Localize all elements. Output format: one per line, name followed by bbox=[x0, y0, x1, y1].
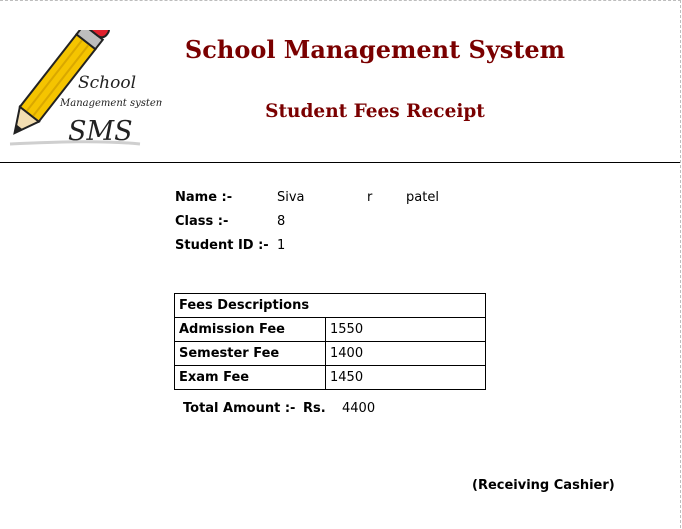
table-row: Semester Fee 1400 bbox=[174, 341, 486, 366]
fee-amount: 1450 bbox=[325, 365, 486, 390]
total-currency: Rs. bbox=[303, 401, 326, 416]
logo-line-management: Management system bbox=[59, 98, 162, 109]
total-amount-value: 4400 bbox=[342, 401, 376, 416]
student-id-value: 1 bbox=[277, 238, 286, 253]
fee-amount: 1550 bbox=[325, 317, 486, 342]
student-id-label: Student ID :- bbox=[175, 238, 269, 253]
table-row: Exam Fee 1450 bbox=[174, 365, 486, 390]
class-label: Class :- bbox=[175, 214, 229, 229]
sms-logo: School Management system SMS bbox=[2, 15, 165, 152]
name-label: Name :- bbox=[175, 190, 233, 205]
fee-amount: 1400 bbox=[325, 341, 486, 366]
pencil-icon: School Management system SMS bbox=[9, 15, 165, 147]
page-title: School Management System bbox=[184, 35, 566, 64]
first-name-value: Siva bbox=[277, 190, 305, 205]
fee-label: Admission Fee bbox=[174, 317, 326, 342]
logo-line-school: School bbox=[78, 73, 136, 93]
header-divider bbox=[0, 162, 680, 163]
fees-descriptions-heading: Fees Descriptions bbox=[174, 293, 486, 318]
total-amount-label: Total Amount :- bbox=[183, 401, 296, 416]
receipt-subtitle: Student Fees Receipt bbox=[265, 101, 485, 122]
middle-name-value: r bbox=[367, 190, 373, 205]
last-name-value: patel bbox=[406, 190, 439, 205]
fees-table: Fees Descriptions Admission Fee 1550 Sem… bbox=[174, 293, 486, 390]
class-value: 8 bbox=[277, 214, 286, 229]
logo-line-sms: SMS bbox=[68, 116, 133, 147]
fee-label: Exam Fee bbox=[174, 365, 326, 390]
receiving-cashier-label: (Receiving Cashier) bbox=[472, 478, 615, 493]
fees-table-header-row: Fees Descriptions bbox=[174, 293, 486, 318]
fee-label: Semester Fee bbox=[174, 341, 326, 366]
table-row: Admission Fee 1550 bbox=[174, 317, 486, 342]
